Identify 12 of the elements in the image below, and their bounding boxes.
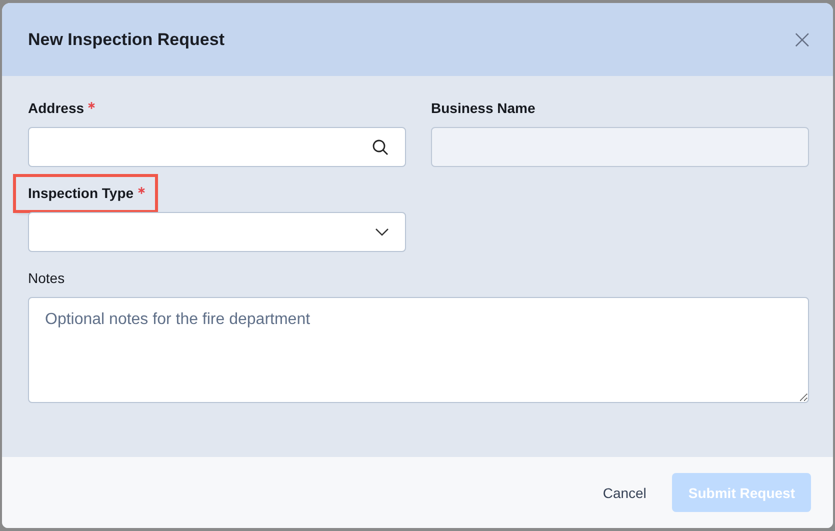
field-label: Business Name xyxy=(431,100,536,117)
chevron-down-icon xyxy=(375,228,389,236)
field-label: Inspection Type xyxy=(28,185,134,202)
search-icon xyxy=(372,138,389,156)
close-button[interactable]: × xyxy=(785,26,819,52)
dialog-title: New Inspection Request xyxy=(28,30,224,50)
field-label: Notes xyxy=(28,270,65,287)
dropdown-field[interactable] xyxy=(28,212,406,252)
notes-field[interactable]: Optional notes for the fire department xyxy=(28,297,809,403)
field-label: Address xyxy=(28,100,84,117)
search-field[interactable] xyxy=(28,127,406,167)
cancel-button[interactable]: Cancel xyxy=(602,473,646,512)
